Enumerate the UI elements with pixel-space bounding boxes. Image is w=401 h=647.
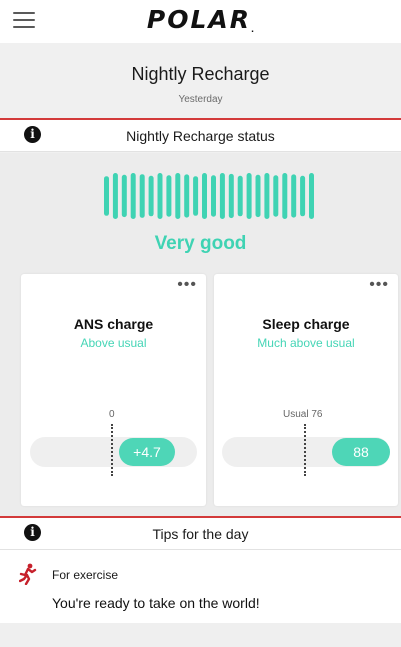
status-section-label: Nightly Recharge status bbox=[126, 128, 275, 144]
recharge-bar bbox=[264, 173, 270, 219]
recharge-bar bbox=[121, 174, 127, 218]
recharge-bar bbox=[139, 174, 145, 218]
recharge-bars-graphic bbox=[104, 173, 314, 219]
more-options-icon[interactable]: ••• bbox=[177, 276, 197, 294]
recharge-bar bbox=[255, 174, 261, 218]
recharge-status-area: Very good ••• ANS charge Above usual 0 +… bbox=[0, 153, 401, 516]
polar-logo: POLAR. bbox=[146, 5, 255, 34]
recharge-bar bbox=[166, 175, 172, 217]
page-title: Nightly Recharge bbox=[131, 64, 270, 84]
recharge-bar bbox=[219, 173, 225, 219]
ans-charge-title: ANS charge bbox=[73, 316, 154, 332]
recharge-bar bbox=[291, 174, 297, 218]
recharge-bar bbox=[112, 173, 118, 219]
status-section-bar[interactable]: i Nightly Recharge status bbox=[0, 118, 401, 152]
recharge-bar bbox=[104, 176, 109, 216]
recharge-bar bbox=[130, 173, 136, 219]
sleep-charge-card[interactable]: ••• Sleep charge Much above usual Usual … bbox=[214, 274, 398, 506]
footer-area bbox=[0, 623, 401, 647]
recharge-bar bbox=[193, 176, 199, 216]
recharge-bar bbox=[309, 173, 314, 219]
ans-charge-value: +4.7 bbox=[119, 438, 175, 466]
sleep-charge-title: Sleep charge bbox=[262, 316, 350, 332]
tips-section-bar[interactable]: i Tips for the day bbox=[0, 516, 401, 550]
recharge-bar bbox=[228, 173, 234, 219]
recharge-bar bbox=[175, 173, 181, 219]
ans-charge-card[interactable]: ••• ANS charge Above usual 0 +4.7 bbox=[21, 274, 206, 506]
recharge-bar bbox=[157, 173, 163, 219]
tip-item[interactable]: For exercise You're ready to take on the… bbox=[0, 550, 401, 623]
sleep-charge-value: 88 bbox=[332, 438, 390, 466]
recharge-bar bbox=[211, 175, 216, 217]
sleep-charge-subtitle: Much above usual bbox=[257, 336, 355, 350]
ans-reference-label: 0 bbox=[109, 409, 115, 420]
recharge-bar bbox=[237, 175, 243, 217]
recharge-bar bbox=[282, 173, 288, 219]
ans-charge-subtitle: Above usual bbox=[80, 336, 147, 350]
more-options-icon[interactable]: ••• bbox=[369, 276, 389, 294]
recharge-status-text: Very good bbox=[154, 233, 247, 254]
sleep-reference-label: Usual 76 bbox=[283, 409, 323, 420]
sleep-reference-marker bbox=[304, 424, 306, 476]
page-header: Nightly Recharge Yesterday bbox=[0, 43, 401, 118]
recharge-bar bbox=[184, 174, 190, 218]
ans-reference-marker bbox=[111, 424, 113, 476]
recharge-bar bbox=[246, 173, 252, 219]
recharge-bar bbox=[148, 175, 154, 217]
tip-message: You're ready to take on the world! bbox=[52, 595, 260, 611]
tip-category: For exercise bbox=[52, 568, 119, 582]
date-label[interactable]: Yesterday bbox=[0, 94, 401, 105]
recharge-bar bbox=[273, 175, 279, 217]
top-bar: POLAR. bbox=[0, 0, 401, 43]
recharge-bar bbox=[300, 175, 306, 217]
running-icon bbox=[19, 563, 37, 585]
recharge-bar bbox=[202, 173, 207, 219]
tips-section-label: Tips for the day bbox=[152, 526, 249, 542]
